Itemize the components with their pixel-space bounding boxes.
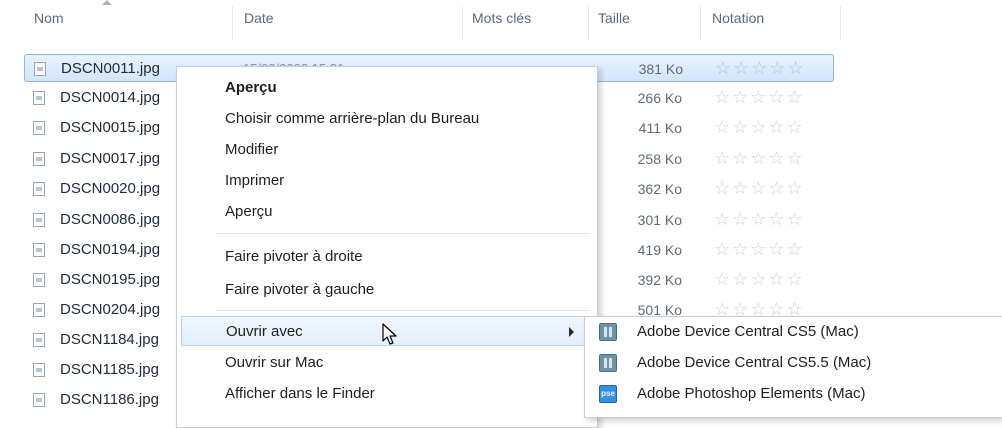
menu-item-preview-default[interactable]: Aperçu — [177, 73, 597, 103]
submenu-item-label: Adobe Device Central CS5.5 (Mac) — [637, 354, 872, 371]
submenu-arrow-icon — [569, 327, 574, 337]
menu-item-label: Ouvrir sur Mac — [225, 354, 324, 371]
file-name: DSCN1185.jpg — [60, 361, 159, 378]
photoshop-elements-icon: pse — [599, 385, 617, 403]
column-divider[interactable] — [588, 6, 589, 40]
menu-item-label: Aperçu — [225, 79, 277, 96]
rating-stars[interactable]: ☆☆☆☆☆ — [714, 148, 805, 169]
file-name: DSCN1186.jpg — [60, 391, 159, 408]
image-file-icon — [33, 393, 45, 407]
image-file-icon — [33, 303, 45, 317]
rating-stars[interactable]: ☆☆☆☆☆ — [714, 209, 805, 230]
menu-item-label: Afficher dans le Finder — [225, 385, 375, 402]
menu-separator — [217, 310, 589, 311]
menu-item-label: Imprimer — [225, 172, 285, 189]
file-size: 392 Ko — [637, 272, 682, 288]
menu-item-open-with[interactable]: Ouvrir avec — [181, 316, 593, 346]
device-central-icon — [599, 354, 617, 372]
sort-ascending-icon — [102, 0, 112, 5]
file-name: DSCN1184.jpg — [60, 331, 159, 348]
file-name: DSCN0014.jpg — [60, 89, 161, 106]
image-file-icon — [33, 333, 45, 347]
rating-stars[interactable]: ☆☆☆☆☆ — [714, 178, 805, 199]
column-divider[interactable] — [700, 6, 701, 40]
file-name: DSCN0204.jpg — [60, 301, 161, 318]
menu-item-show-in-finder[interactable]: Afficher dans le Finder — [177, 379, 597, 409]
file-size: 411 Ko — [638, 120, 682, 136]
file-name: DSCN0015.jpg — [60, 119, 161, 136]
file-name: DSCN0020.jpg — [60, 180, 161, 197]
submenu-item-device-central-cs5[interactable]: Adobe Device Central CS5 (Mac) — [585, 317, 1002, 347]
file-size: 266 Ko — [637, 90, 682, 106]
image-file-icon — [33, 213, 45, 227]
menu-item-rotate-right[interactable]: Faire pivoter à droite — [177, 242, 597, 272]
menu-item-print[interactable]: Imprimer — [177, 166, 597, 196]
file-size: 362 Ko — [637, 181, 682, 197]
image-file-icon — [33, 273, 45, 287]
column-header: Nom Date Mots clés Taille Notation — [0, 0, 1002, 44]
image-file-icon — [34, 62, 46, 76]
submenu-item-label: Adobe Device Central CS5 (Mac) — [637, 323, 859, 340]
file-name: DSCN0011.jpg — [61, 60, 160, 77]
device-central-icon — [599, 323, 617, 341]
context-menu: Aperçu Choisir comme arrière-plan du Bur… — [176, 66, 598, 428]
column-divider[interactable] — [232, 6, 233, 40]
menu-item-set-desktop-background[interactable]: Choisir comme arrière-plan du Bureau — [177, 104, 597, 134]
menu-item-rotate-left[interactable]: Faire pivoter à gauche — [177, 275, 597, 305]
image-file-icon — [33, 243, 45, 257]
menu-item-label: Faire pivoter à droite — [225, 248, 363, 265]
file-name: DSCN0017.jpg — [60, 150, 161, 167]
submenu-item-device-central-cs55[interactable]: Adobe Device Central CS5.5 (Mac) — [585, 348, 1002, 378]
menu-item-label: Choisir comme arrière-plan du Bureau — [225, 110, 480, 127]
menu-item-edit[interactable]: Modifier — [177, 135, 597, 165]
column-divider[interactable] — [462, 6, 463, 40]
rating-stars[interactable]: ☆☆☆☆☆ — [714, 269, 805, 290]
open-with-submenu: Adobe Device Central CS5 (Mac) Adobe Dev… — [584, 316, 1002, 418]
image-file-icon — [33, 91, 45, 105]
menu-item-label: Ouvrir avec — [226, 323, 303, 340]
submenu-item-label: Adobe Photoshop Elements (Mac) — [637, 385, 866, 402]
file-name: DSCN0194.jpg — [60, 241, 161, 258]
image-file-icon — [33, 182, 45, 196]
menu-item-label: Modifier — [225, 141, 279, 158]
menu-item-label: Faire pivoter à gauche — [225, 281, 375, 298]
column-size-header[interactable]: Taille — [598, 0, 630, 44]
file-size: 381 Ko — [638, 61, 683, 77]
file-size: 419 Ko — [637, 242, 682, 258]
menu-item-label: Aperçu — [225, 203, 273, 220]
column-rating-header[interactable]: Notation — [712, 0, 764, 44]
submenu-item-photoshop-elements[interactable]: pse Adobe Photoshop Elements (Mac) — [585, 379, 1002, 409]
image-file-icon — [33, 152, 45, 166]
column-date-header[interactable]: Date — [244, 0, 274, 44]
menu-item-preview[interactable]: Aperçu — [177, 197, 597, 227]
rating-stars[interactable]: ☆☆☆☆☆ — [714, 117, 805, 138]
column-keywords-header[interactable]: Mots clés — [472, 0, 531, 44]
file-size: 258 Ko — [637, 151, 682, 167]
menu-separator — [217, 233, 589, 234]
file-size: 301 Ko — [637, 212, 682, 228]
file-name: DSCN0086.jpg — [60, 211, 161, 228]
mouse-pointer-icon — [382, 323, 397, 345]
file-name: DSCN0195.jpg — [60, 271, 161, 288]
menu-item-open-on-mac[interactable]: Ouvrir sur Mac — [177, 348, 597, 378]
rating-stars[interactable]: ☆☆☆☆☆ — [714, 239, 805, 260]
rating-stars[interactable]: ☆☆☆☆☆ — [714, 87, 805, 108]
image-file-icon — [33, 363, 45, 377]
column-name-header[interactable]: Nom — [34, 0, 64, 44]
image-file-icon — [33, 121, 45, 135]
column-divider[interactable] — [840, 6, 841, 40]
rating-stars[interactable]: ☆☆☆☆☆ — [715, 58, 806, 79]
